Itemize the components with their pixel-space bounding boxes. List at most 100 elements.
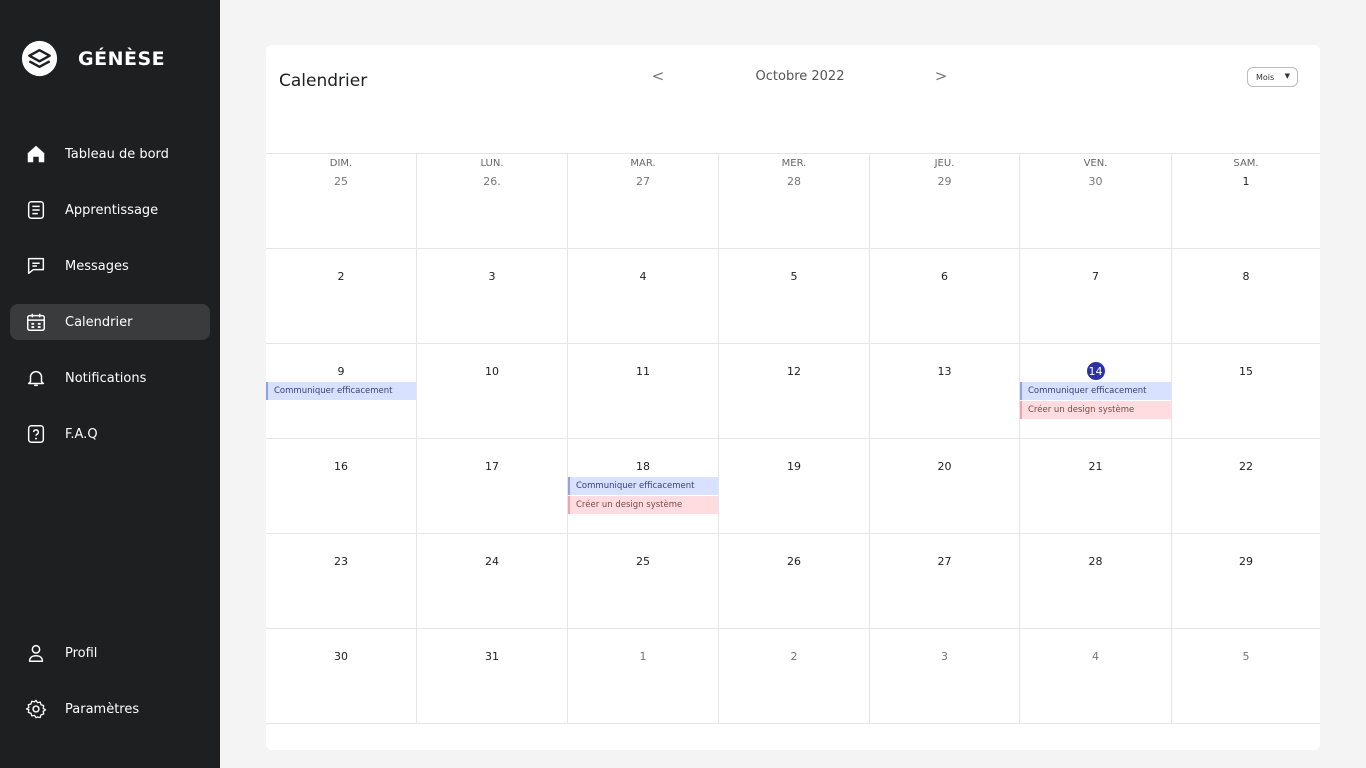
sidebar-item-label: Calendrier — [65, 314, 133, 330]
day-cell[interactable]: 20 — [870, 439, 1020, 534]
day-cell[interactable]: 10 — [417, 344, 568, 439]
day-number: 20 — [937, 460, 952, 473]
calendar-event[interactable]: Communiquer efficacement — [1020, 382, 1171, 400]
day-number: 25 — [334, 175, 348, 188]
sidebar-item-label: Apprentissage — [65, 202, 159, 218]
day-number: 30 — [1088, 175, 1103, 188]
sidebar-item-faq[interactable]: F.A.Q — [10, 416, 210, 452]
day-number: 5 — [790, 270, 798, 283]
day-cell[interactable]: 2 — [719, 629, 870, 724]
day-cell[interactable]: 24 — [417, 534, 568, 629]
day-cell[interactable]: 8 — [1172, 249, 1320, 344]
weekday-label: MER. — [781, 158, 807, 169]
day-cell[interactable]: 31 — [417, 629, 568, 724]
day-number: 15 — [1239, 365, 1253, 378]
prev-month-button[interactable]: < — [648, 67, 668, 85]
day-cell[interactable]: 21 — [1020, 439, 1172, 534]
day-number: 29 — [1239, 555, 1253, 568]
day-cell[interactable]: 29 — [1172, 534, 1320, 629]
help-icon — [27, 425, 45, 443]
day-number: 18 — [636, 460, 650, 473]
day-cell[interactable]: 14 Communiquer efficacement Créer un desig… — [1020, 344, 1172, 439]
day-number: 2 — [790, 650, 798, 663]
day-cell[interactable]: 22 — [1172, 439, 1320, 534]
calendar-event[interactable]: Communiquer efficacement — [568, 477, 718, 495]
day-number: 8 — [1242, 270, 1250, 283]
day-cell[interactable]: 3 — [870, 629, 1020, 724]
day-cell[interactable]: SAM. 1 — [1172, 154, 1320, 249]
day-number: 19 — [787, 460, 801, 473]
sidebar-item-tableau-de-bord[interactable]: Tableau de bord — [10, 136, 210, 172]
day-cell[interactable]: 18 Communiquer efficacement Créer un desig… — [568, 439, 719, 534]
sidebar-item-messages[interactable]: Messages — [10, 248, 210, 284]
day-cell[interactable]: 5 — [719, 249, 870, 344]
day-number: 14 — [1088, 365, 1103, 378]
day-number: 28 — [1088, 555, 1103, 568]
day-cell[interactable]: 2 — [266, 249, 417, 344]
sidebar-item-profil[interactable]: Profil — [10, 635, 210, 671]
day-cell[interactable]: DIM. 25 — [266, 154, 417, 249]
day-number: 4 — [1092, 650, 1099, 663]
day-number: 27 — [937, 555, 952, 568]
sidebar-item-apprentissage[interactable]: Apprentissage — [10, 192, 210, 228]
day-number: 30 — [334, 650, 348, 663]
day-number: 22 — [1239, 460, 1253, 473]
calendar-event[interactable]: Communiquer efficacement — [266, 382, 416, 400]
day-cell[interactable]: 23 — [266, 534, 417, 629]
day-cell[interactable]: JEU. 29 — [870, 154, 1020, 249]
day-number: 12 — [787, 365, 801, 378]
next-month-button[interactable]: > — [931, 67, 951, 85]
sidebar-item-parametres[interactable]: Paramètres — [10, 691, 210, 727]
day-cell[interactable]: 5 — [1172, 629, 1320, 724]
view-select-value: Mois — [1256, 72, 1275, 82]
day-cell[interactable]: LUN. 26. — [417, 154, 568, 249]
day-cell[interactable]: 7 — [1020, 249, 1172, 344]
day-number: 11 — [636, 365, 650, 378]
user-icon — [28, 644, 44, 662]
day-cell[interactable]: MER. 28 — [719, 154, 870, 249]
day-cell[interactable]: 9 Communiquer efficacement — [266, 344, 417, 439]
weekday-label: VEN. — [1083, 158, 1108, 169]
day-cell[interactable]: 15 — [1172, 344, 1320, 439]
day-cell[interactable]: 28 — [1020, 534, 1172, 629]
day-number: 17 — [485, 460, 499, 473]
day-cell[interactable]: 17 — [417, 439, 568, 534]
day-cell[interactable]: 27 — [870, 534, 1020, 629]
day-cell[interactable]: 19 — [719, 439, 870, 534]
weekday-label: LUN. — [480, 158, 504, 169]
day-number: 29 — [937, 175, 952, 188]
sidebar-item-calendrier[interactable]: Calendrier — [10, 304, 210, 340]
bell-icon — [27, 370, 45, 387]
sidebar-item-label: F.A.Q — [65, 426, 98, 442]
day-cell[interactable]: 4 — [568, 249, 719, 344]
calendar-grid: DIM. 25 LUN. 26. MAR. 27 MER. 28 JEU. 29 VEN. 30 SAM… — [266, 153, 1320, 724]
view-select[interactable]: Mois ▼ — [1247, 67, 1298, 87]
day-cell[interactable]: 11 — [568, 344, 719, 439]
calendar-event[interactable]: Créer un design système — [1020, 401, 1171, 419]
day-cell[interactable]: 12 — [719, 344, 870, 439]
day-cell[interactable]: 3 — [417, 249, 568, 344]
sidebar: GÉNÈSE Tableau de bord Apprentissage Mes… — [0, 0, 220, 768]
day-cell[interactable]: VEN. 30 — [1020, 154, 1172, 249]
sidebar-item-label: Messages — [65, 258, 129, 274]
brand[interactable]: GÉNÈSE — [21, 40, 165, 77]
sidebar-item-notifications[interactable]: Notifications — [10, 360, 210, 396]
day-cell[interactable]: 30 — [266, 629, 417, 724]
brand-name: GÉNÈSE — [78, 47, 166, 70]
weekday-label: DIM. — [329, 158, 353, 169]
day-number: 3 — [941, 650, 948, 663]
day-number: 2 — [337, 270, 345, 283]
sidebar-item-label: Notifications — [65, 370, 147, 386]
day-cell[interactable]: 4 — [1020, 629, 1172, 724]
day-cell[interactable]: 13 — [870, 344, 1020, 439]
weekday-label: JEU. — [934, 158, 955, 169]
day-cell[interactable]: 26 — [719, 534, 870, 629]
day-cell[interactable]: 1 — [568, 629, 719, 724]
sidebar-item-label: Tableau de bord — [65, 146, 169, 162]
day-cell[interactable]: 25 — [568, 534, 719, 629]
day-cell[interactable]: 16 — [266, 439, 417, 534]
calendar-event[interactable]: Créer un design système — [568, 496, 718, 514]
message-icon — [27, 257, 45, 275]
day-cell[interactable]: MAR. 27 — [568, 154, 719, 249]
day-cell[interactable]: 6 — [870, 249, 1020, 344]
